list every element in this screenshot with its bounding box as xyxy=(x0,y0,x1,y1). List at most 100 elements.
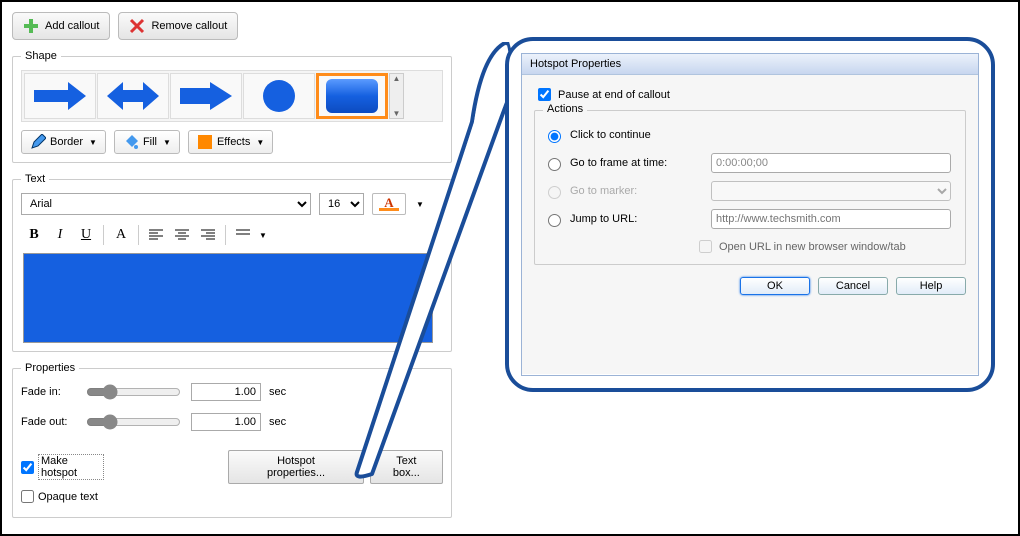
fade-out-unit: sec xyxy=(269,416,286,428)
shape-circle[interactable] xyxy=(243,73,315,119)
fade-out-value[interactable] xyxy=(191,413,261,431)
text-group: Text Arial 16 A ▼ B I U A xyxy=(12,173,452,352)
fade-out-slider[interactable] xyxy=(86,414,181,430)
make-hotspot-checkbox[interactable] xyxy=(21,461,34,474)
shape-arrow-wide[interactable] xyxy=(170,73,242,119)
font-color-strip xyxy=(379,208,399,211)
click-continue-radio[interactable] xyxy=(548,130,561,143)
caret-icon[interactable]: ▼ xyxy=(416,200,424,209)
goto-marker-row: Go to marker: xyxy=(543,177,957,205)
jump-url-radio[interactable] xyxy=(548,214,561,227)
click-continue-label: Click to continue xyxy=(570,129,705,141)
properties-group: Properties Fade in: sec Fade out: sec Ma… xyxy=(12,362,452,518)
caret-icon: ▼ xyxy=(163,138,171,147)
bucket-icon xyxy=(123,134,139,150)
open-url-new-row: Open URL in new browser window/tab xyxy=(695,237,957,256)
pen-icon xyxy=(30,134,46,150)
fade-in-value[interactable] xyxy=(191,383,261,401)
x-icon xyxy=(129,18,145,34)
fade-in-label: Fade in: xyxy=(21,386,76,398)
open-url-new-checkbox xyxy=(699,240,712,253)
open-url-new-label: Open URL in new browser window/tab xyxy=(719,241,906,253)
align-right-button[interactable] xyxy=(196,224,220,246)
hotspot-dialog: Hotspot Properties Pause at end of callo… xyxy=(521,53,979,376)
add-callout-button[interactable]: Add callout xyxy=(12,12,110,40)
left-panel: Add callout Remove callout Shape xyxy=(12,12,452,528)
goto-frame-input[interactable] xyxy=(711,153,951,173)
format-toolbar: B I U A ▼ xyxy=(21,221,443,249)
shape-legend: Shape xyxy=(21,50,61,62)
caret-icon: ▼ xyxy=(256,138,264,147)
font-size-select[interactable]: 16 xyxy=(319,193,364,215)
bold-button[interactable]: B xyxy=(22,224,46,246)
remove-callout-button[interactable]: Remove callout xyxy=(118,12,238,40)
border-button[interactable]: Border ▼ xyxy=(21,130,106,154)
jump-url-input[interactable] xyxy=(711,209,951,229)
make-hotspot-label: Make hotspot xyxy=(38,454,104,480)
properties-legend: Properties xyxy=(21,362,79,374)
valign-button[interactable] xyxy=(231,224,255,246)
opaque-text-checkbox[interactable] xyxy=(21,490,34,503)
click-continue-row: Click to continue xyxy=(543,121,957,149)
effects-label: Effects xyxy=(217,136,250,148)
shape-arrow-double[interactable] xyxy=(97,73,169,119)
effects-icon xyxy=(197,134,213,150)
goto-marker-select xyxy=(711,181,951,201)
align-center-button[interactable] xyxy=(170,224,194,246)
hotspot-properties-button[interactable]: Hotspot properties... xyxy=(228,450,363,484)
separator xyxy=(138,225,139,245)
ok-button[interactable]: OK xyxy=(740,277,810,295)
align-left-button[interactable] xyxy=(144,224,168,246)
opaque-text-row: Opaque text xyxy=(21,490,443,503)
pause-row: Pause at end of callout xyxy=(534,85,966,104)
help-button[interactable]: Help xyxy=(896,277,966,295)
text-legend: Text xyxy=(21,173,49,185)
fade-in-unit: sec xyxy=(269,386,286,398)
text-editor[interactable] xyxy=(23,253,433,343)
font-select[interactable]: Arial xyxy=(21,193,311,215)
fade-out-row: Fade out: sec xyxy=(21,412,443,432)
main-toolbar: Add callout Remove callout xyxy=(12,12,452,40)
pause-label: Pause at end of callout xyxy=(558,89,670,101)
font-style-button[interactable]: A xyxy=(109,224,133,246)
goto-frame-label: Go to frame at time: xyxy=(570,157,705,169)
jump-url-row: Jump to URL: xyxy=(543,205,957,233)
shape-scrollbar[interactable]: ▲▼ xyxy=(389,73,404,119)
font-color-button[interactable]: A xyxy=(372,193,406,215)
fade-out-label: Fade out: xyxy=(21,416,76,428)
opaque-text-label: Opaque text xyxy=(38,491,98,503)
scroll-down-icon[interactable]: ▼ xyxy=(393,109,401,118)
font-color-A-icon: A xyxy=(384,198,393,208)
fade-in-slider[interactable] xyxy=(86,384,181,400)
pause-checkbox[interactable] xyxy=(538,88,551,101)
jump-url-label: Jump to URL: xyxy=(570,213,705,225)
dialog-buttons: OK Cancel Help xyxy=(534,277,966,295)
shape-subtools: Border ▼ Fill▼ Effects ▼ xyxy=(21,130,443,154)
border-label: Border xyxy=(50,136,83,148)
caret-icon: ▼ xyxy=(89,138,97,147)
goto-frame-row: Go to frame at time: xyxy=(543,149,957,177)
cancel-button[interactable]: Cancel xyxy=(818,277,888,295)
caret-icon[interactable]: ▼ xyxy=(259,231,267,240)
goto-marker-radio xyxy=(548,186,561,199)
effects-button[interactable]: Effects ▼ xyxy=(188,130,273,154)
remove-callout-label: Remove callout xyxy=(151,20,227,32)
italic-button[interactable]: I xyxy=(48,224,72,246)
actions-legend: Actions xyxy=(543,103,587,115)
actions-group: Actions Click to continue Go to frame at… xyxy=(534,110,966,265)
dialog-body: Pause at end of callout Actions Click to… xyxy=(522,75,978,374)
checkbox-area: Make hotspot Hotspot properties... Text … xyxy=(21,450,443,503)
text-box-button[interactable]: Text box... xyxy=(370,450,443,484)
scroll-up-icon[interactable]: ▲ xyxy=(393,74,401,83)
make-hotspot-row: Make hotspot Hotspot properties... Text … xyxy=(21,450,443,484)
fill-button[interactable]: Fill▼ xyxy=(114,130,180,154)
shape-arrow-right[interactable] xyxy=(24,73,96,119)
underline-button[interactable]: U xyxy=(74,224,98,246)
goto-frame-radio[interactable] xyxy=(548,158,561,171)
add-callout-label: Add callout xyxy=(45,20,99,32)
plus-icon xyxy=(23,18,39,34)
font-row: Arial 16 A ▼ xyxy=(21,193,443,215)
shape-rounded-rect[interactable] xyxy=(316,73,388,119)
fade-in-row: Fade in: sec xyxy=(21,382,443,402)
callout-bubble: Hotspot Properties Pause at end of callo… xyxy=(505,37,995,392)
